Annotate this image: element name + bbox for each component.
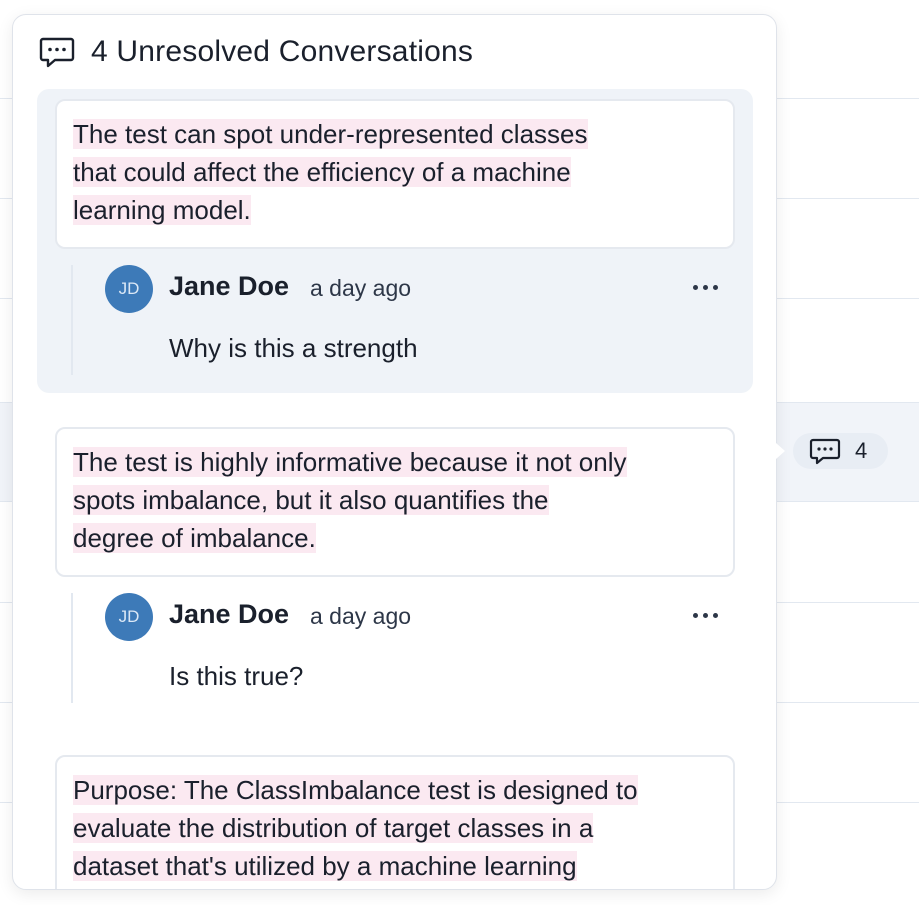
more-options-button[interactable] bbox=[685, 269, 725, 305]
quote-line: that could affect the efficiency of a ma… bbox=[73, 157, 571, 187]
quote-line: The test can spot under-represented clas… bbox=[73, 119, 588, 149]
comment-text: Is this true? bbox=[169, 661, 304, 691]
quote-line: spots imbalance, but it also quantifies … bbox=[73, 485, 549, 515]
comment-author: Jane Doe bbox=[169, 599, 290, 629]
quoted-text[interactable]: The test is highly informative because i… bbox=[55, 427, 735, 577]
comment: JD Jane Doe a day ago Is this true? bbox=[71, 593, 731, 703]
quote-line: degree of imbalance. bbox=[73, 523, 316, 553]
comment-timestamp: a day ago bbox=[310, 275, 412, 301]
popover-header: 4 Unresolved Conversations bbox=[13, 15, 776, 89]
conversation-thread[interactable]: The test is highly informative because i… bbox=[37, 417, 753, 717]
avatar: JD bbox=[105, 265, 153, 313]
popover-title: 4 Unresolved Conversations bbox=[91, 35, 474, 68]
comment: JD Jane Doe a day ago Why is this a stre… bbox=[71, 265, 731, 375]
comment-icon bbox=[809, 438, 841, 465]
quote-line: Purpose: The ClassImbalance test is desi… bbox=[73, 775, 638, 805]
comment-author: Jane Doe bbox=[169, 271, 290, 301]
quote-line: The test is highly informative because i… bbox=[73, 447, 627, 477]
quote-line: dataset that's utilized by a machine lea… bbox=[73, 851, 577, 881]
quoted-text[interactable]: The test can spot under-represented clas… bbox=[55, 99, 735, 249]
comment-count: 4 bbox=[855, 438, 868, 463]
avatar: JD bbox=[105, 593, 153, 641]
comment-timestamp: a day ago bbox=[310, 603, 412, 629]
quote-line: learning model. bbox=[73, 195, 251, 225]
conversation-thread[interactable]: Purpose: The ClassImbalance test is desi… bbox=[37, 743, 753, 889]
comment-text: Why is this a strength bbox=[169, 333, 418, 363]
quote-line: evaluate the distribution of target clas… bbox=[73, 813, 594, 843]
conversations-popover: 4 Unresolved Conversations The test can … bbox=[12, 14, 777, 890]
comment-icon bbox=[39, 37, 75, 68]
conversation-thread[interactable]: The test can spot under-represented clas… bbox=[37, 89, 753, 393]
popover-pointer bbox=[776, 443, 785, 459]
comment-count-badge[interactable]: 4 bbox=[793, 433, 888, 469]
quoted-text[interactable]: Purpose: The ClassImbalance test is desi… bbox=[55, 755, 735, 889]
more-options-button[interactable] bbox=[685, 597, 725, 633]
